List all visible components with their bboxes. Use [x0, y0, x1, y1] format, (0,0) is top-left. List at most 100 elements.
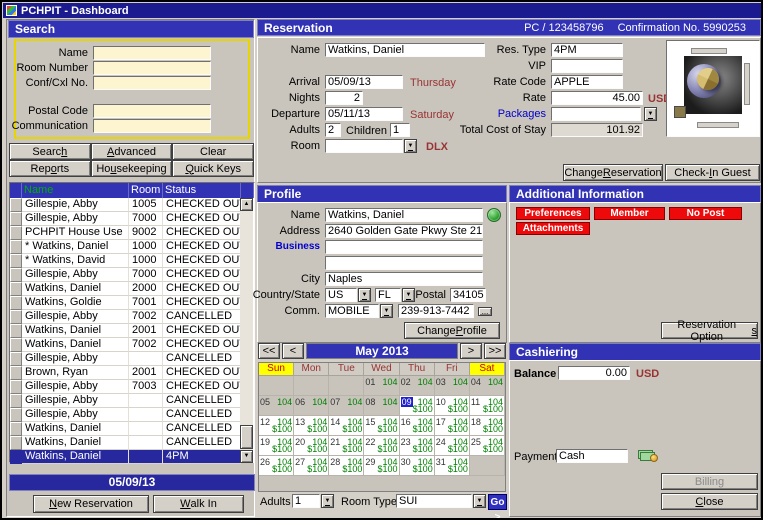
comm-type-field[interactable]: MOBILE — [325, 304, 379, 318]
table-row[interactable]: Gillespie, Abby 7000 CHECKED OUT — [10, 268, 241, 282]
row-selector[interactable] — [10, 408, 22, 422]
new-reservation-button[interactable]: New Reservation — [33, 495, 149, 513]
calendar-day-cell[interactable]: 25 104 $100 — [470, 436, 505, 456]
table-row[interactable]: Gillespie, Abby CANCELLED — [10, 394, 241, 408]
change-reservation-button[interactable]: Change Reservation — [563, 164, 663, 181]
calendar-day-cell[interactable]: 04 104 — [470, 376, 505, 396]
housekeeping-button[interactable]: Housekeeping — [91, 160, 173, 177]
calendar-day-cell[interactable]: 15 104 $100 — [364, 416, 399, 436]
change-profile-button[interactable]: Change Profile — [404, 322, 500, 339]
calendar-day-cell[interactable]: 02 104 — [400, 376, 435, 396]
table-row[interactable]: * Watkins, Daniel 1000 CHECKED OUT — [10, 240, 241, 254]
calendar-prev-button[interactable]: < — [282, 343, 304, 359]
go-button[interactable]: Go > — [488, 494, 507, 510]
calendar-day-cell[interactable]: 13 104 $100 — [294, 416, 329, 436]
calendar-day-cell[interactable]: 16 104 $100 — [400, 416, 435, 436]
calendar-day-cell[interactable]: 07 104 — [329, 396, 364, 416]
row-selector[interactable] — [10, 380, 22, 394]
calendar-adults-field[interactable]: 1 — [292, 494, 320, 508]
calendar-day-cell[interactable]: 03 104 — [435, 376, 470, 396]
calendar-day-cell[interactable]: 05 104 — [259, 396, 294, 416]
table-row[interactable]: Watkins, Daniel CANCELLED — [10, 436, 241, 450]
row-selector[interactable] — [10, 436, 22, 450]
room-column-header[interactable]: Room — [129, 183, 163, 198]
check-in-guest-button[interactable]: Check-In Guest — [665, 164, 760, 181]
packages-field[interactable] — [551, 107, 641, 121]
calendar-first-button[interactable]: << — [258, 343, 280, 359]
vip-field[interactable] — [551, 59, 623, 73]
res-type-field[interactable]: 4PM — [551, 43, 623, 57]
quick-keys-button[interactable]: Quick Keys — [172, 160, 254, 177]
row-selector[interactable] — [10, 450, 22, 464]
calendar-next-button[interactable]: > — [460, 343, 482, 359]
reports-button[interactable]: Reports — [9, 160, 91, 177]
arrival-field[interactable]: 05/09/13 — [325, 75, 403, 89]
table-row[interactable]: Gillespie, Abby CANCELLED — [10, 352, 241, 366]
table-row[interactable]: PCHPIT House Use 9002 CHECKED OUT — [10, 226, 241, 240]
member-badge[interactable]: Member — [594, 207, 665, 220]
search-name-input[interactable] — [93, 46, 211, 60]
calendar-day-cell[interactable]: 18 104 $100 — [470, 416, 505, 436]
row-selector[interactable] — [10, 394, 22, 408]
calendar-day-cell[interactable]: 31 104 $100 — [435, 456, 470, 476]
calendar-day-cell[interactable]: 10 104 $100 — [435, 396, 470, 416]
calendar-day-cell[interactable]: 06 104 — [294, 396, 329, 416]
calendar-day-cell[interactable] — [470, 456, 505, 476]
row-selector[interactable] — [10, 282, 22, 296]
row-selector[interactable] — [10, 310, 22, 324]
rate-code-field[interactable]: APPLE — [551, 75, 623, 89]
name-column-header[interactable]: Name — [22, 183, 129, 198]
table-row[interactable]: Watkins, Daniel 2000 CHECKED OUT — [10, 282, 241, 296]
row-selector[interactable] — [10, 338, 22, 352]
business-field[interactable] — [325, 240, 483, 254]
results-scrollbar[interactable]: ▲ ▼ — [240, 198, 253, 463]
postal-field[interactable]: 34105 — [450, 288, 486, 302]
status-column-header[interactable]: Status — [163, 183, 241, 198]
city-field[interactable]: Naples — [325, 272, 483, 286]
globe-icon[interactable] — [487, 208, 501, 222]
children-field[interactable]: 1 — [390, 123, 410, 137]
table-row[interactable]: * Watkins, David 1000 CHECKED OUT — [10, 254, 241, 268]
calendar-day-cell[interactable]: 20 104 $100 — [294, 436, 329, 456]
reservation-options-button[interactable]: Reservation Options — [661, 322, 758, 339]
scrollbar-thumb[interactable] — [240, 425, 253, 449]
row-selector[interactable] — [10, 366, 22, 380]
table-row[interactable]: Gillespie, Abby 1005 CHECKED OUT — [10, 198, 241, 212]
more-comm-button[interactable]: ... — [478, 307, 492, 316]
row-selector[interactable] — [10, 296, 22, 310]
preferences-badge[interactable]: Preferences — [516, 207, 590, 220]
departure-field[interactable]: 05/11/13 — [325, 107, 403, 121]
table-row[interactable]: Gillespie, Abby 7003 CHECKED OUT — [10, 380, 241, 394]
calendar-room-type-dropdown-icon[interactable]: ▼ — [473, 494, 486, 508]
address2-field[interactable] — [325, 256, 483, 270]
calendar-last-button[interactable]: >> — [484, 343, 506, 359]
billing-button[interactable]: Billing — [661, 473, 758, 490]
advanced-button[interactable]: Advanced — [91, 143, 173, 160]
phone-field[interactable]: 239-913-7442 — [398, 304, 474, 318]
nights-field[interactable]: 2 — [325, 91, 363, 105]
payment-field[interactable]: Cash — [556, 449, 628, 463]
table-row[interactable]: Gillespie, Abby 7002 CANCELLED — [10, 310, 241, 324]
calendar-day-cell[interactable]: 21 104 $100 — [329, 436, 364, 456]
calendar-day-cell[interactable]: 19 104 $100 — [259, 436, 294, 456]
room-dropdown-icon[interactable]: ▼ — [404, 139, 417, 153]
calendar-day-cell[interactable]: 23 104 $100 — [400, 436, 435, 456]
table-row[interactable]: Watkins, Daniel 4PM — [10, 450, 241, 464]
calendar-day-cell[interactable]: 09 104 $100 — [400, 396, 435, 416]
close-button[interactable]: Close — [661, 493, 758, 510]
calendar-day-cell[interactable]: 28 104 $100 — [329, 456, 364, 476]
calendar-day-cell[interactable]: 17 104 $100 — [435, 416, 470, 436]
scroll-down-arrow-icon[interactable]: ▼ — [240, 450, 253, 463]
clear-button[interactable]: Clear — [172, 143, 254, 160]
business-link[interactable]: Business — [258, 241, 320, 252]
row-selector[interactable] — [10, 254, 22, 268]
country-dropdown-icon[interactable]: ▼ — [358, 288, 371, 302]
row-selector[interactable] — [10, 226, 22, 240]
search-button[interactable]: Search — [9, 143, 91, 160]
calendar-day-cell[interactable]: 29 104 $100 — [364, 456, 399, 476]
search-conf-input[interactable] — [93, 76, 211, 90]
calendar-day-cell[interactable]: 14 104 $100 — [329, 416, 364, 436]
table-row[interactable]: Brown, Ryan 2001 CHECKED OUT — [10, 366, 241, 380]
row-selector[interactable] — [10, 422, 22, 436]
comm-type-dropdown-icon[interactable]: ▼ — [380, 304, 393, 318]
